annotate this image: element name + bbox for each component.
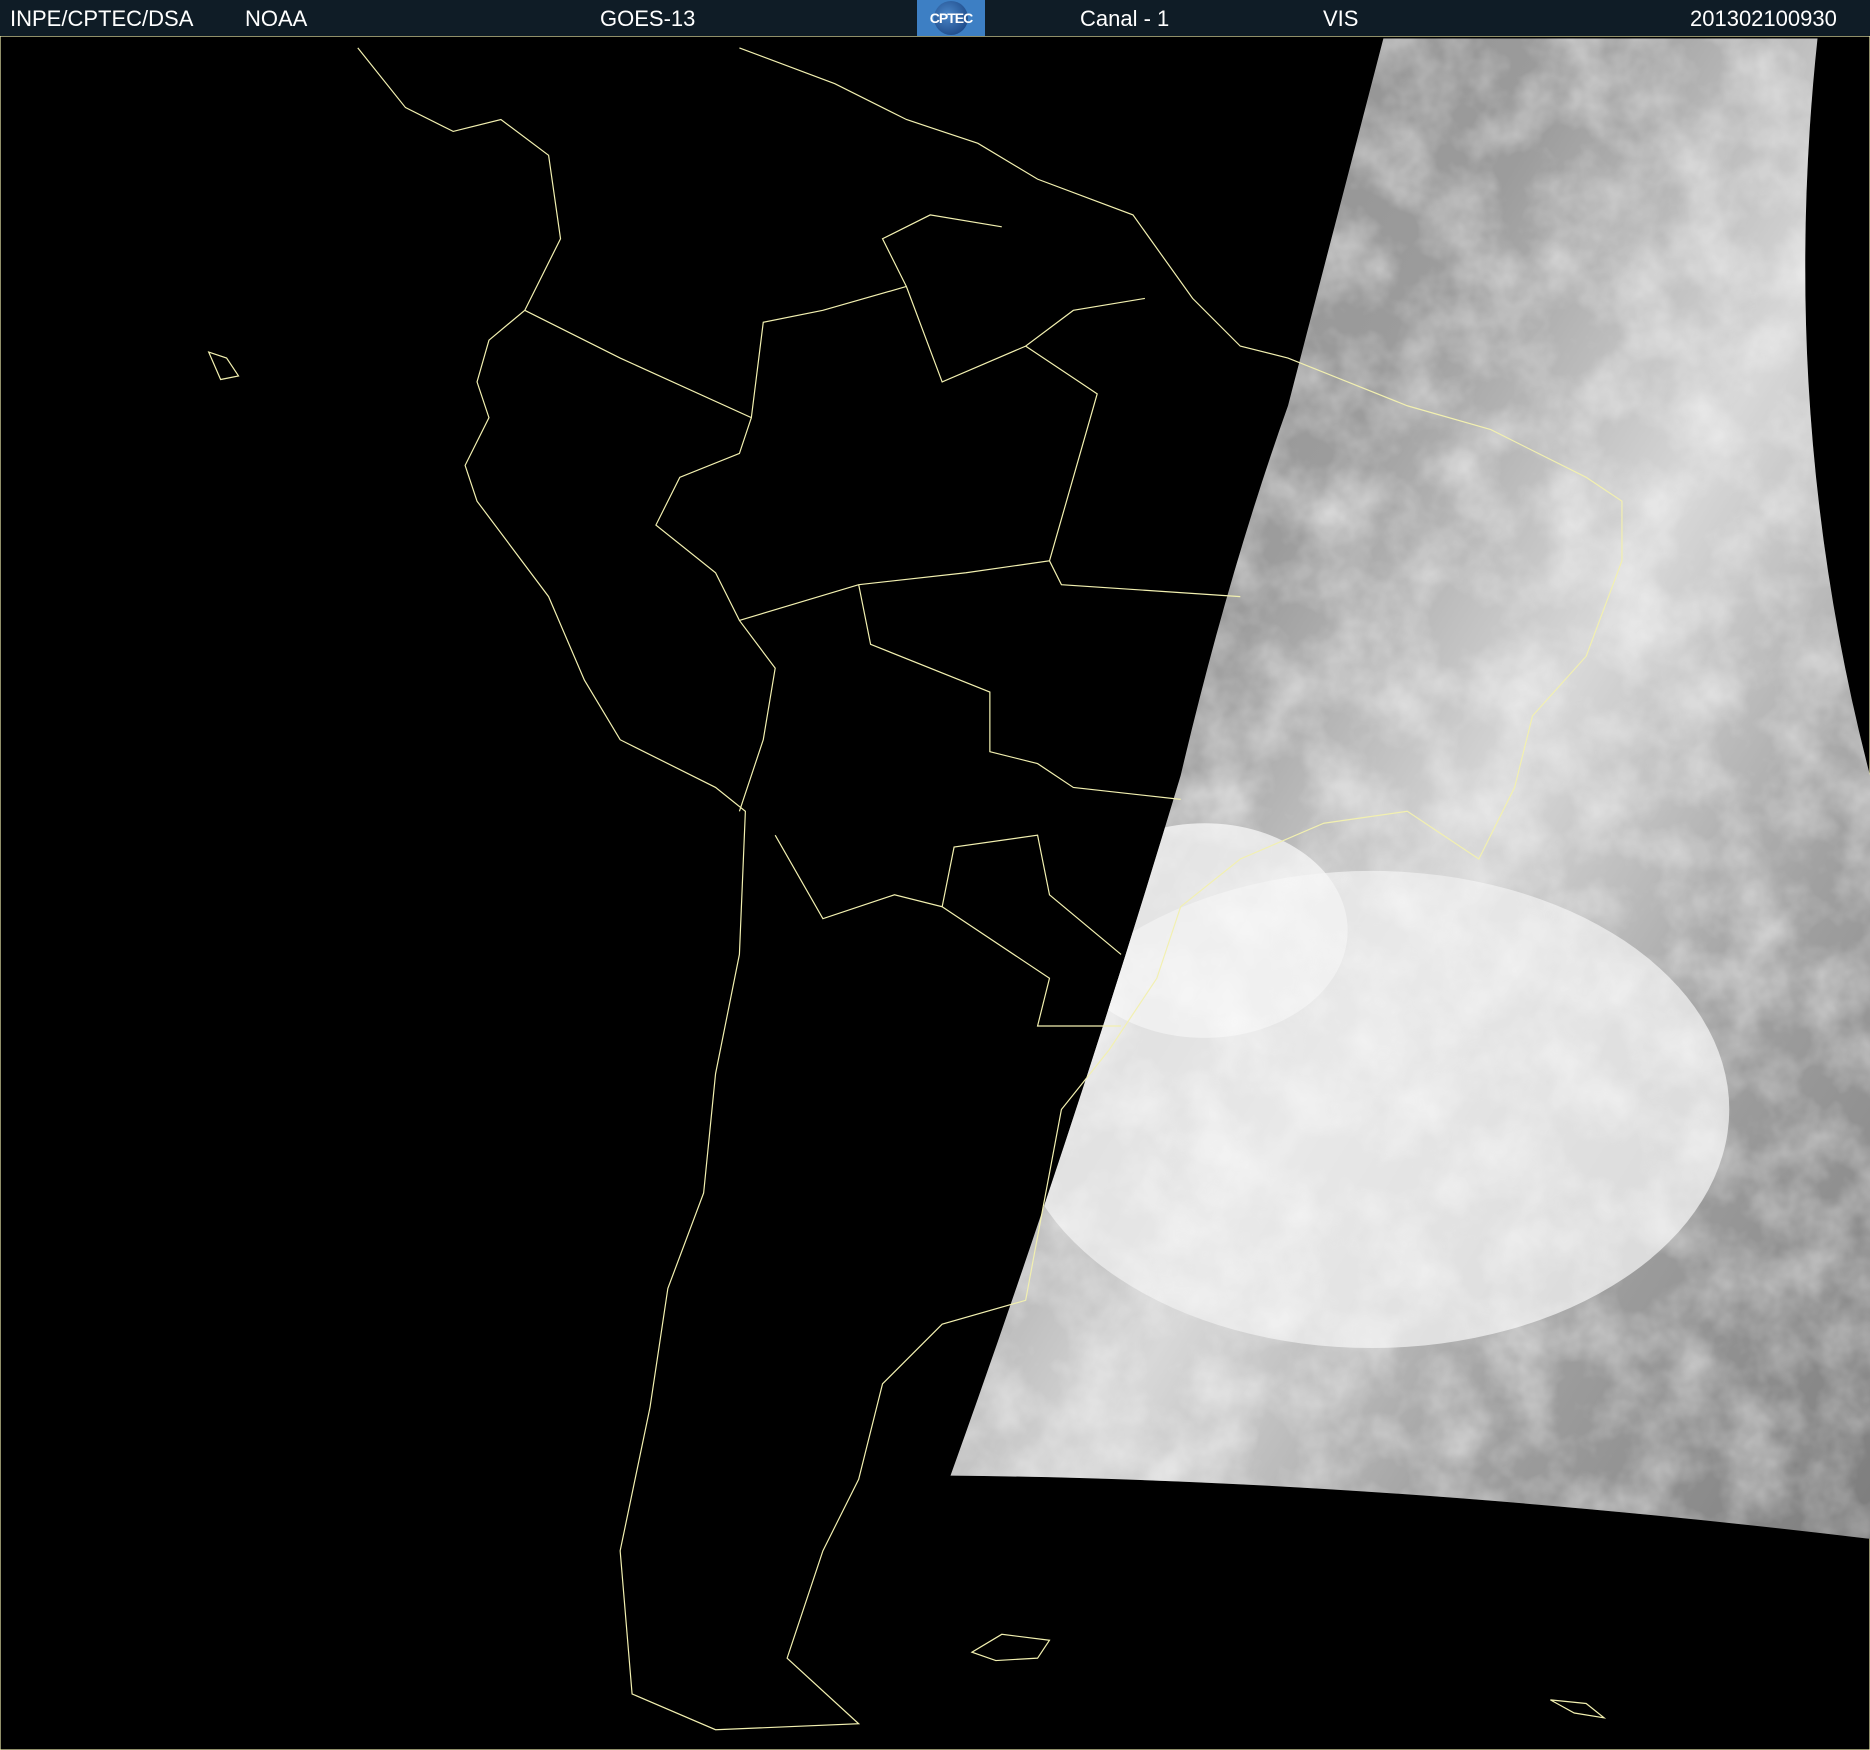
header-bar: INPE/CPTEC/DSA NOAA GOES-13 CPTEC Canal … bbox=[0, 0, 1870, 36]
band-label: VIS bbox=[1323, 6, 1359, 31]
institution-label: INPE/CPTEC/DSA bbox=[10, 6, 194, 31]
satellite-label: GOES-13 bbox=[600, 6, 696, 31]
satellite-map bbox=[0, 36, 1870, 1750]
channel-label: Canal - 1 bbox=[1080, 6, 1170, 31]
cptec-logo: CPTEC bbox=[917, 0, 985, 36]
agency-label: NOAA bbox=[245, 6, 308, 31]
timestamp-label: 201302100930 bbox=[1690, 6, 1837, 31]
